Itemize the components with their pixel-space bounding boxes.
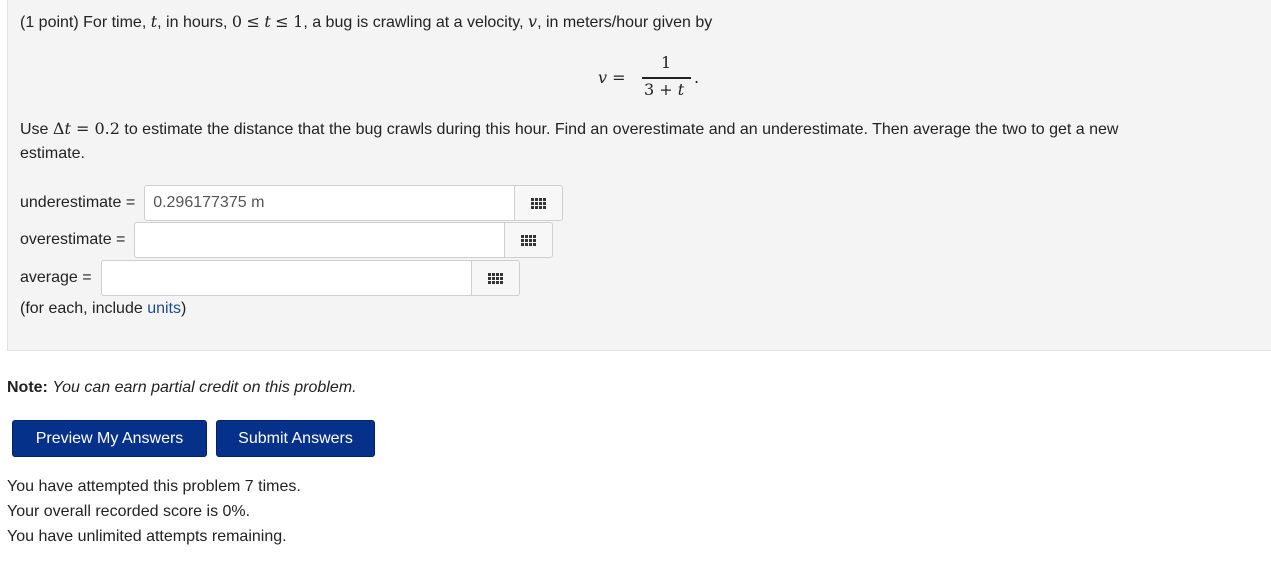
- formula-period: .: [694, 68, 700, 87]
- grid-icon-dot: [539, 197, 543, 201]
- leq-symbol-1: ≤: [246, 12, 260, 31]
- grid-icon-dot: [535, 201, 539, 205]
- grid-icon-dot: [529, 242, 533, 246]
- grid-icon-dot: [543, 201, 547, 205]
- instructions-line-2: estimate.: [20, 145, 85, 162]
- problem-statement: (1 point) For time, t, in hours, 0 ≤ t ≤…: [20, 12, 712, 32]
- remaining-status: You have unlimited attempts remaining.: [7, 528, 287, 545]
- range-one: 1: [293, 12, 304, 31]
- formula-numerator: 1: [661, 53, 672, 72]
- grid-icon-dot: [535, 205, 539, 209]
- grid-icon-dot: [521, 242, 525, 246]
- units-hint-before: (for each, include: [20, 300, 148, 317]
- attempts-status: You have attempted this problem 7 times.: [7, 478, 301, 495]
- problem-panel: (1 point) For time, t , in hours, 0 ≤ t ≤…: [7, 0, 1271, 351]
- grid-icon-dot: [499, 280, 503, 284]
- units-link[interactable]: units: [147, 300, 181, 317]
- grid-icon-dot: [533, 238, 537, 242]
- grid-icon-dot: [535, 197, 539, 201]
- grid-icon-dot: [495, 280, 499, 284]
- grid-icon: [531, 197, 547, 209]
- grid-icon-dot: [521, 238, 525, 242]
- grid-icon-dot: [531, 201, 535, 205]
- grid-icon-dot: [539, 205, 543, 209]
- grid-icon-dot: [525, 242, 529, 246]
- units-hint: (for each, include units): [20, 300, 186, 318]
- grid-icon-dot: [487, 280, 491, 284]
- grid-icon-dot: [491, 276, 495, 280]
- underestimate-equation-editor-button[interactable]: [515, 185, 564, 221]
- grid-icon-dot: [533, 242, 537, 246]
- intro-text-4: , in meters/hour given by: [537, 14, 713, 31]
- grid-icon: [521, 234, 537, 246]
- submit-answers-button[interactable]: Submit Answers: [216, 420, 375, 457]
- grid-icon-dot: [495, 276, 499, 280]
- grid-icon-dot: [539, 201, 543, 205]
- overestimate-row: overestimate =: [20, 222, 554, 258]
- grid-icon-dot: [487, 276, 491, 280]
- grid-icon-dot: [525, 234, 529, 238]
- grid-icon-dot: [491, 272, 495, 276]
- units-hint-after: ): [180, 300, 187, 317]
- fraction-bar: [642, 77, 691, 79]
- grid-icon-dot: [531, 205, 535, 209]
- grid-icon-dot: [491, 280, 495, 284]
- grid-icon-dot: [525, 238, 529, 242]
- var-t-range: t: [264, 12, 271, 31]
- note-text: You can earn partial credit on this prob…: [52, 379, 357, 396]
- range-zero: 0: [231, 12, 243, 31]
- grid-icon-dot: [543, 197, 547, 201]
- velocity-formula: v = 1 3 + t .: [598, 48, 718, 104]
- average-label: average =: [20, 269, 92, 286]
- partial-credit-note: Note: You can earn partial credit on thi…: [7, 379, 357, 397]
- instr-rest-1: to estimate the distance that the bug cr…: [119, 121, 1119, 138]
- underestimate-input[interactable]: [144, 185, 516, 221]
- denominator-t: t: [677, 80, 685, 99]
- overestimate-equation-editor-button[interactable]: [505, 222, 554, 258]
- grid-icon-dot: [531, 197, 535, 201]
- var-v: v: [528, 12, 538, 31]
- formula-denominator: 3 + t: [644, 80, 684, 100]
- formula-lhs: v =: [598, 68, 626, 87]
- grid-icon-dot: [499, 276, 503, 280]
- grid-icon-dot: [499, 272, 503, 276]
- grid-icon-dot: [521, 234, 525, 238]
- underestimate-row: underestimate =: [20, 185, 564, 221]
- grid-icon-dot: [529, 234, 533, 238]
- grid-icon-dot: [543, 205, 547, 209]
- intro-text-1: (1 point) For time,: [20, 14, 147, 31]
- grid-icon-dot: [487, 272, 491, 276]
- leq-symbol-2: ≤: [275, 12, 289, 31]
- grid-icon-dot: [529, 238, 533, 242]
- average-input[interactable]: [100, 260, 472, 296]
- grid-icon-dot: [533, 234, 537, 238]
- intro-text-3: , a bug is crawling at a velocity,: [303, 14, 524, 31]
- preview-answers-button[interactable]: Preview My Answers: [12, 420, 207, 457]
- note-label: Note:: [7, 379, 48, 396]
- denominator-three: 3 +: [644, 80, 678, 99]
- delta-symbol: Δ: [52, 119, 65, 138]
- underestimate-label: underestimate =: [20, 194, 136, 211]
- intro-text-2: , in hours,: [157, 14, 228, 31]
- overestimate-label: overestimate =: [20, 231, 126, 248]
- score-status: Your overall recorded score is 0%.: [7, 503, 251, 520]
- average-equation-editor-button[interactable]: [471, 260, 520, 296]
- instr-use: Use: [20, 121, 49, 138]
- grid-icon-dot: [495, 272, 499, 276]
- overestimate-input[interactable]: [134, 222, 506, 258]
- average-row: average =: [20, 260, 520, 296]
- instructions-line-1: Use Δt = 0.2 to estimate the distance th…: [20, 119, 1118, 139]
- delta-t-value: = 0.2: [70, 119, 120, 138]
- grid-icon: [487, 272, 503, 284]
